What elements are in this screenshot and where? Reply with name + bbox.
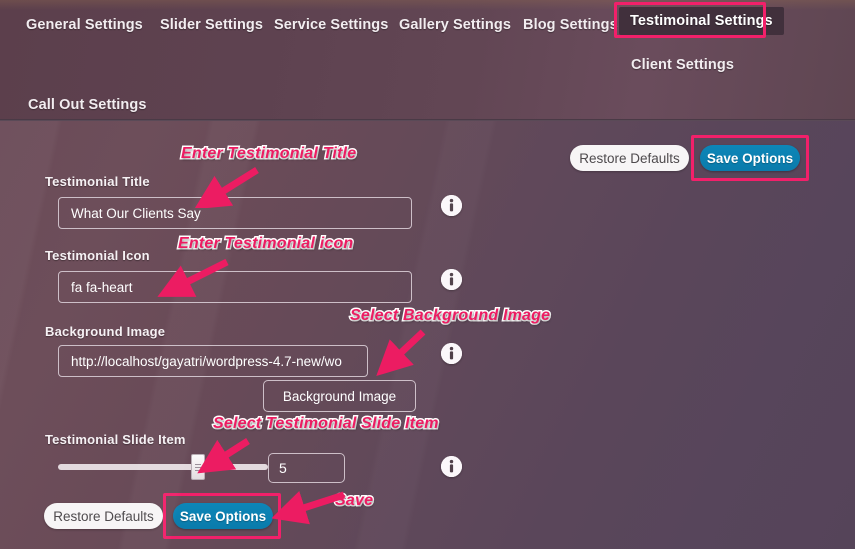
- input-testimonial-icon[interactable]: [58, 271, 412, 303]
- settings-panel: Restore Defaults Save Options Testimonia…: [0, 121, 855, 549]
- input-testimonial-title[interactable]: [58, 197, 412, 229]
- save-options-button-top[interactable]: Save Options: [700, 145, 800, 171]
- info-icon-testimonial-title[interactable]: [441, 195, 462, 216]
- label-testimonial-icon: Testimonial Icon: [45, 248, 150, 263]
- background-image-picker-button[interactable]: Background Image: [263, 380, 416, 412]
- tab-gallery-settings[interactable]: Gallery Settings: [393, 12, 517, 38]
- restore-defaults-button-bottom[interactable]: Restore Defaults: [44, 503, 163, 529]
- tab-client-settings[interactable]: Client Settings: [625, 52, 740, 78]
- slide-item-slider-track[interactable]: [58, 464, 268, 470]
- save-options-button-bottom[interactable]: Save Options: [173, 503, 273, 529]
- tab-blog-settings[interactable]: Blog Settings: [517, 12, 624, 38]
- restore-defaults-button-top[interactable]: Restore Defaults: [570, 145, 689, 171]
- tab-general-settings[interactable]: General Settings: [20, 12, 149, 38]
- input-background-image-url[interactable]: [58, 345, 368, 377]
- input-slide-item-value[interactable]: [268, 453, 345, 483]
- tab-slider-settings[interactable]: Slider Settings: [154, 12, 269, 38]
- info-icon-testimonial-icon[interactable]: [441, 269, 462, 290]
- tab-call-out-settings[interactable]: Call Out Settings: [22, 92, 153, 118]
- info-icon-slide-item[interactable]: [441, 456, 462, 477]
- tab-service-settings[interactable]: Service Settings: [268, 12, 394, 38]
- label-testimonial-title: Testimonial Title: [45, 174, 150, 189]
- tab-testimonial-settings[interactable]: Testimoinal Settings: [619, 7, 784, 35]
- settings-tab-bar: General Settings Slider Settings Service…: [0, 0, 855, 120]
- slide-item-slider-handle[interactable]: [191, 454, 205, 480]
- info-icon-background-image[interactable]: [441, 343, 462, 364]
- label-background-image: Background Image: [45, 324, 166, 339]
- label-testimonial-slide-item: Testimonial Slide Item: [45, 432, 186, 447]
